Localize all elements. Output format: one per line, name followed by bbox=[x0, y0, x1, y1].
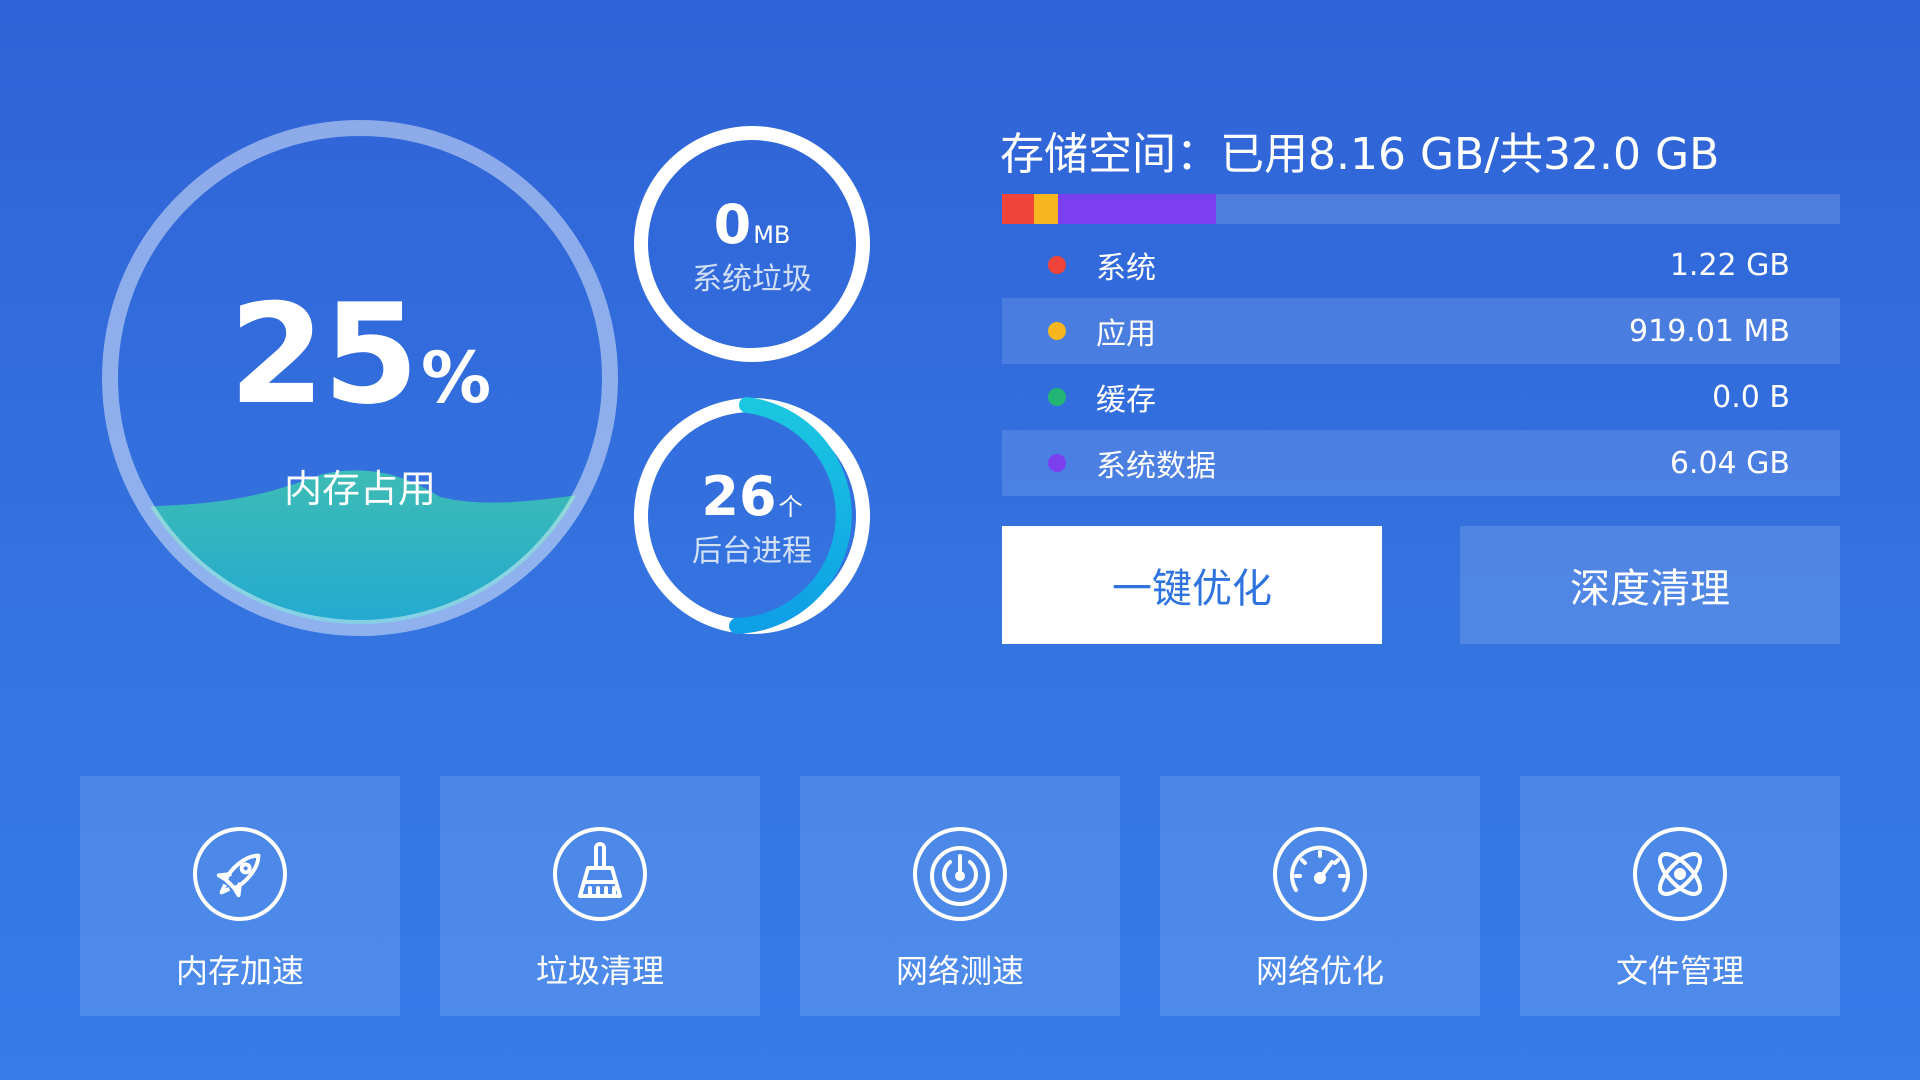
storage-breakdown-list: 系统 1.22 GB 应用 919.01 MB 缓存 0.0 B 系统数据 6.… bbox=[1002, 232, 1840, 496]
memory-percent-sign: % bbox=[420, 337, 492, 419]
storage-row-system: 系统 1.22 GB bbox=[1002, 232, 1840, 298]
speedometer-icon bbox=[1273, 827, 1367, 921]
storage-row-value: 1.22 GB bbox=[1669, 247, 1790, 283]
system-junk-value: 0MB bbox=[632, 198, 872, 252]
tool-tile-label: 垃圾清理 bbox=[535, 952, 664, 990]
broom-icon bbox=[553, 827, 647, 921]
legend-dot-system-data bbox=[1048, 454, 1066, 472]
storage-row-label: 应用 bbox=[1096, 317, 1156, 352]
tool-tile-label: 网络测速 bbox=[895, 952, 1024, 990]
tool-grid: 内存加速 垃圾清理 网络测速 网络优化 文件管理 bbox=[80, 776, 1840, 1016]
storage-row-apps: 应用 919.01 MB bbox=[1002, 298, 1840, 364]
system-junk-number: 0 bbox=[713, 193, 752, 256]
background-process-label: 后台进程 bbox=[692, 534, 812, 569]
tool-tile-memory-boost[interactable]: 内存加速 bbox=[80, 776, 400, 1016]
tool-tile-label: 内存加速 bbox=[175, 952, 304, 990]
storage-bar-segment-apps bbox=[1033, 194, 1058, 224]
memory-usage-value: 25% bbox=[100, 286, 620, 424]
storage-row-system-data: 系统数据 6.04 GB bbox=[1002, 430, 1840, 496]
storage-row-label: 缓存 bbox=[1096, 383, 1156, 418]
atom-icon bbox=[1633, 827, 1727, 921]
storage-row-value: 0.0 B bbox=[1712, 379, 1790, 415]
storage-bar-segment-system-data bbox=[1057, 194, 1216, 224]
storage-bar-segment-system bbox=[1002, 194, 1034, 224]
tool-tile-label: 文件管理 bbox=[1615, 952, 1744, 990]
background-process-ring: 26个 后台进程 bbox=[632, 396, 872, 636]
storage-row-label: 系统数据 bbox=[1096, 449, 1216, 484]
storage-row-cache: 缓存 0.0 B bbox=[1002, 364, 1840, 430]
tool-tile-network-optimize[interactable]: 网络优化 bbox=[1160, 776, 1480, 1016]
storage-usage-bar bbox=[1002, 194, 1840, 224]
background-process-unit: 个 bbox=[778, 493, 803, 521]
background-process-value: 26个 bbox=[632, 470, 872, 524]
storage-row-value: 6.04 GB bbox=[1669, 445, 1790, 481]
storage-row-label: 系统 bbox=[1096, 251, 1156, 286]
rocket-icon bbox=[193, 827, 287, 921]
one-click-optimize-button[interactable]: 一键优化 bbox=[1002, 526, 1382, 644]
deep-clean-button[interactable]: 深度清理 bbox=[1460, 526, 1840, 644]
tool-tile-label: 网络优化 bbox=[1255, 952, 1384, 990]
tool-tile-junk-clean[interactable]: 垃圾清理 bbox=[440, 776, 760, 1016]
legend-dot-cache bbox=[1048, 388, 1066, 406]
system-junk-unit: MB bbox=[753, 221, 791, 249]
tool-tile-network-speed-test[interactable]: 网络测速 bbox=[800, 776, 1120, 1016]
background-process-number: 26 bbox=[701, 465, 777, 528]
radar-icon bbox=[913, 827, 1007, 921]
tool-tile-file-manager[interactable]: 文件管理 bbox=[1520, 776, 1840, 1016]
storage-title: 存储空间：已用8.16 GB/共32.0 GB bbox=[1000, 129, 1720, 180]
memory-percent-number: 25 bbox=[228, 274, 419, 435]
memory-usage-gauge: 25% 内存占用 bbox=[100, 118, 620, 638]
legend-dot-system bbox=[1048, 256, 1066, 274]
system-junk-label: 系统垃圾 bbox=[692, 262, 812, 297]
storage-row-value: 919.01 MB bbox=[1629, 313, 1790, 349]
legend-dot-apps bbox=[1048, 322, 1066, 340]
system-junk-ring: 0MB 系统垃圾 bbox=[632, 124, 872, 364]
memory-usage-label: 内存占用 bbox=[283, 467, 436, 511]
